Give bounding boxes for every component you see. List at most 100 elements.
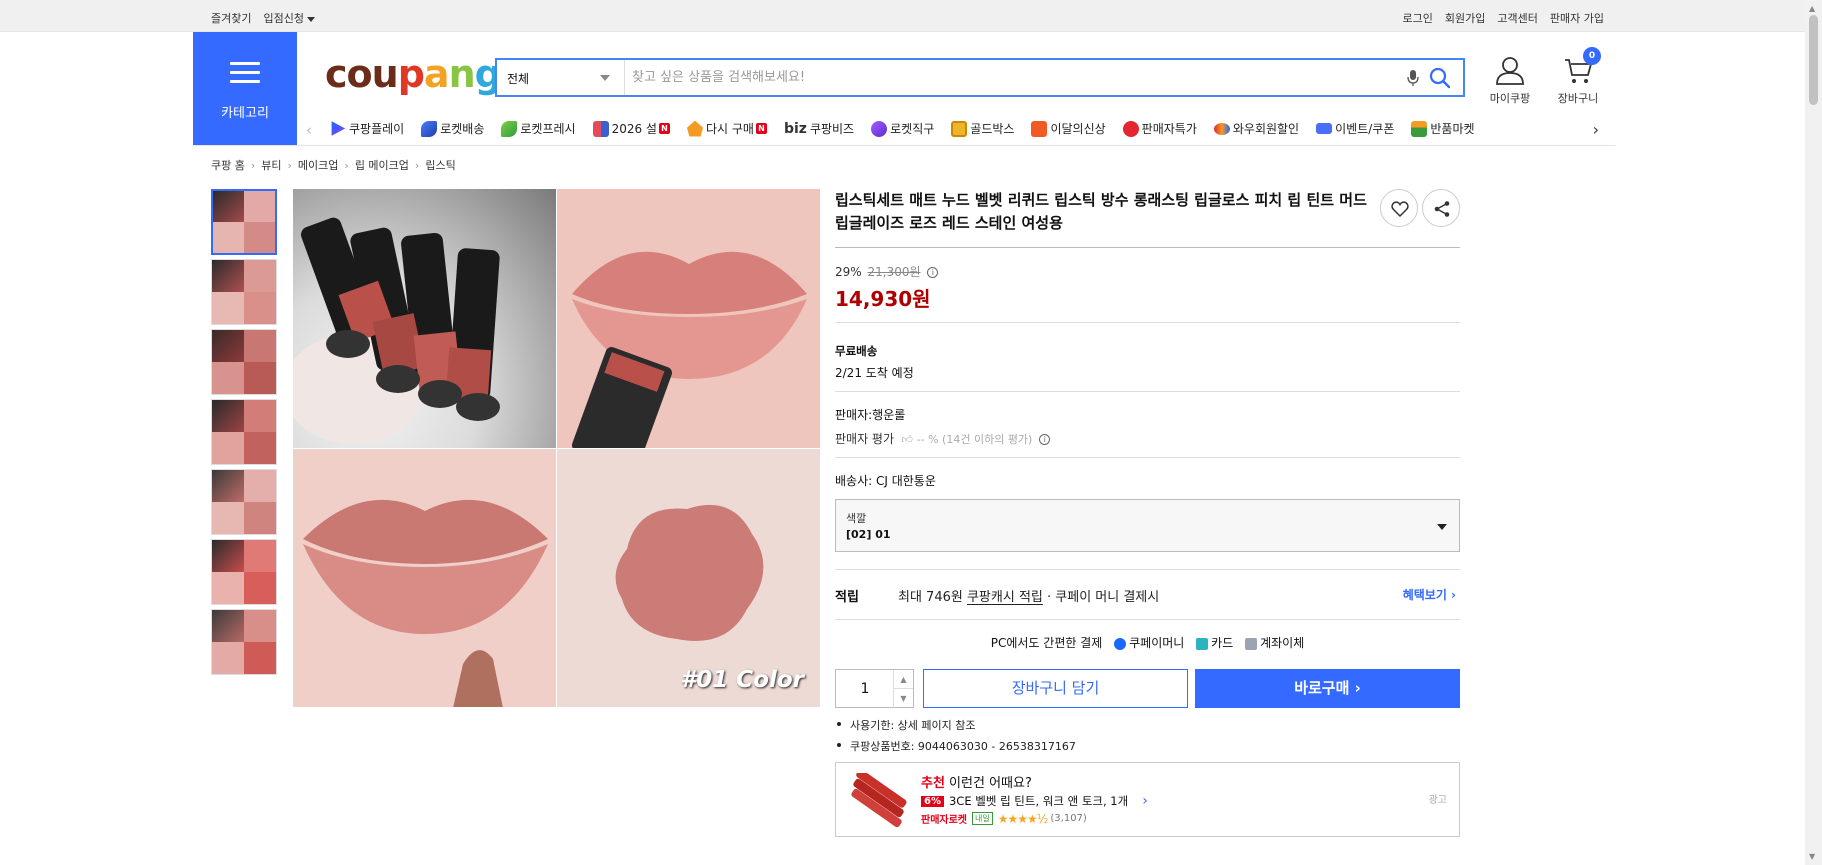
new-badge: N (658, 123, 670, 134)
recommend-product-name[interactable]: 3CE 벨벳 립 틴트, 워크 앤 토크, 1개 (949, 793, 1128, 809)
scroll-down-icon[interactable]: ▼ (1809, 852, 1815, 861)
login-link[interactable]: 로그인 (1403, 10, 1433, 26)
seller-signup-link[interactable]: 판매자 가입 (1550, 10, 1604, 26)
repurchase-icon (686, 120, 703, 137)
search-input[interactable] (632, 66, 1372, 89)
gift-icon (592, 120, 609, 137)
nav-label: 로켓직구 (890, 122, 935, 136)
nav-label: 로켓프레시 (520, 122, 576, 136)
cart-button[interactable]: 장바구니 0 (1548, 47, 1608, 106)
chevron-right-icon: › (414, 158, 420, 172)
seller-rating-label: 판매자 평가 (835, 432, 895, 446)
category-button[interactable]: 카테고리 (193, 32, 297, 145)
quantity-down-icon[interactable]: ▼ (893, 689, 913, 708)
favorites-link[interactable]: 즐겨찾기 (211, 10, 251, 26)
biz-icon: biz (783, 120, 807, 137)
product-thumbnail[interactable] (211, 259, 277, 325)
tomorrow-badge: 내일 (972, 812, 993, 825)
lipstick-bottles-photo (293, 189, 556, 448)
recommendation-ad[interactable]: 추천 이런건 어때요? 6% 3CE 벨벳 립 틴트, 워크 앤 토크, 1개 › … (835, 762, 1460, 837)
nav-item-repurchase[interactable]: 다시 구매 N (686, 120, 767, 137)
goldbox-icon (951, 120, 968, 137)
thumbs-up-icon: 👍︎ (897, 433, 913, 446)
add-to-cart-button[interactable]: 장바구니 담기 (923, 669, 1188, 708)
chevron-right-icon[interactable]: › (1142, 793, 1148, 809)
shortcut-nav: ‹ 쿠팡플레이 로켓배송 로켓프레시 2026 설N 다시 구매 N biz 쿠팡비… (300, 116, 1605, 142)
breadcrumb-makeup[interactable]: 메이크업 (298, 157, 338, 173)
nav-label: 골드박스 (970, 122, 1015, 136)
buy-now-button[interactable]: 바로구매 › (1195, 669, 1460, 708)
quantity-up-icon[interactable]: ▲ (893, 670, 913, 689)
recommend-heading: 이런건 어때요? (944, 776, 1032, 791)
recommend-label: 추천 (921, 776, 945, 791)
signup-link[interactable]: 회원가입 (1445, 10, 1485, 26)
nav-label: 이벤트/쿠폰 (1335, 122, 1395, 136)
buy-now-label: 바로구매 (1294, 679, 1350, 697)
wishlist-button[interactable] (1380, 189, 1418, 227)
note-product-number: 쿠팡상품번호: 9044063030 - 26538317167 (835, 738, 1460, 754)
nav-item-events-coupons[interactable]: 이벤트/쿠폰 (1316, 120, 1394, 137)
breadcrumb-lipstick[interactable]: 립스틱 (425, 157, 455, 173)
nav-item-return-market[interactable]: 반품마켓 (1411, 120, 1475, 137)
lip-closeup-photo (293, 449, 556, 707)
vendor-apply-menu[interactable]: 입점신청 (263, 10, 315, 26)
search-icon[interactable] (1429, 67, 1451, 89)
mypage-button[interactable]: 마이쿠팡 (1480, 56, 1540, 106)
nav-item-new-arrivals[interactable]: 이달의신상 (1031, 120, 1106, 137)
hamburger-icon (230, 62, 260, 84)
customer-center-link[interactable]: 고객센터 (1497, 10, 1537, 26)
cart-count-badge: 0 (1583, 47, 1601, 65)
quantity-stepper[interactable]: 1 ▲ ▼ (835, 669, 914, 708)
seller-name[interactable]: 판매자:행운롤 (835, 406, 1460, 423)
nav-item-coupang-biz[interactable]: biz 쿠팡비즈 (784, 120, 854, 137)
nav-item-seller-deal[interactable]: 판매자특가 (1122, 120, 1197, 137)
product-thumbnail[interactable] (211, 539, 277, 605)
breadcrumb-lip-makeup[interactable]: 립 메이크업 (355, 157, 409, 173)
nav-label: 이달의신상 (1050, 122, 1106, 136)
page-scrollbar[interactable]: ▲ ▼ (1805, 0, 1822, 865)
option-label: 색깔 (846, 512, 867, 525)
nav-item-coupang-play[interactable]: 쿠팡플레이 (330, 120, 404, 137)
courier-name: 배송사: CJ 대한통운 (835, 474, 936, 488)
chevron-right-icon: › (344, 158, 349, 172)
product-thumbnail[interactable] (211, 189, 277, 255)
share-button[interactable] (1422, 189, 1460, 227)
microphone-icon[interactable] (1407, 69, 1419, 87)
card-label: 카드 (1211, 636, 1234, 650)
search-category-select[interactable]: 전체 (497, 60, 625, 95)
nav-item-goldbox[interactable]: 골드박스 (951, 120, 1014, 137)
nav-label: 다시 구매 (705, 122, 754, 136)
nav-item-seollal[interactable]: 2026 설N (592, 120, 670, 137)
quantity-value[interactable]: 1 (836, 681, 894, 697)
product-thumbnail[interactable] (211, 609, 277, 675)
scrollbar-thumb[interactable] (1809, 15, 1818, 105)
coupay-icon (1114, 637, 1127, 650)
product-thumbnail[interactable] (211, 469, 277, 535)
chevron-right-icon: › (250, 158, 256, 172)
coupang-cash-link[interactable]: 쿠팡캐시 적립 (967, 590, 1043, 605)
breadcrumb-beauty[interactable]: 뷰티 (261, 157, 281, 173)
nav-label: 반품마켓 (1430, 122, 1475, 136)
breadcrumb: 쿠팡 홈 › 뷰티 › 메이크업 › 립 메이크업 › 립스틱 (211, 157, 456, 173)
main-product-image[interactable]: #01 Color (293, 189, 820, 707)
nav-item-rocket-delivery[interactable]: 로켓배송 (421, 120, 484, 137)
cart-label: 장바구니 (1557, 92, 1599, 105)
reward-section: 적립 최대 746원 쿠팡캐시 적립 · 쿠페이 머니 결제시 혜택보기 › (835, 570, 1460, 619)
nav-item-wow-discount[interactable]: 와우회원할인 (1213, 120, 1300, 137)
info-icon[interactable]: i (927, 267, 939, 278)
color-option-select[interactable]: 색깔 [02] 01 (835, 499, 1460, 552)
user-icon (1496, 57, 1524, 85)
wow-icon (1213, 122, 1230, 135)
benefits-more-link[interactable]: 혜택보기 › (1403, 586, 1456, 603)
product-thumbnail[interactable] (211, 329, 277, 395)
nav-label: 와우회원할인 (1232, 122, 1300, 136)
product-thumbnail[interactable] (211, 399, 277, 465)
scroll-up-icon[interactable]: ▲ (1809, 4, 1815, 13)
breadcrumb-home[interactable]: 쿠팡 홈 (211, 157, 245, 173)
coupang-logo[interactable]: coupang (325, 52, 502, 96)
nav-item-rocket-global[interactable]: 로켓직구 (871, 120, 934, 137)
nav-item-rocket-fresh[interactable]: 로켓프레시 (501, 120, 576, 137)
info-icon[interactable]: i (1039, 434, 1051, 445)
nav-next-icon[interactable]: › (1593, 120, 1599, 139)
nav-prev-icon[interactable]: ‹ (306, 121, 312, 139)
